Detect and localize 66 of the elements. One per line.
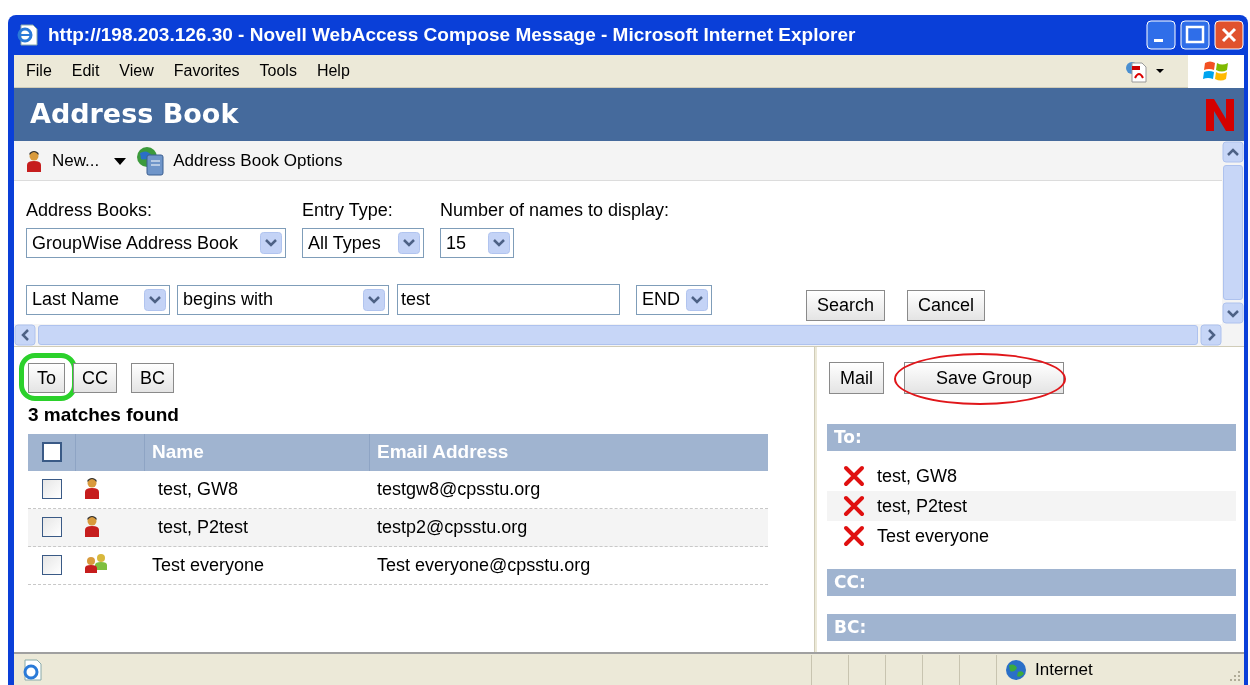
section-label: CC: <box>834 570 866 594</box>
scroll-down-icon <box>1222 302 1244 324</box>
match-count: 3 matches found <box>28 403 180 427</box>
field-label: Address Books: <box>26 199 154 222</box>
menu-item[interactable]: File <box>26 59 52 83</box>
select-field[interactable]: 15 <box>440 228 514 258</box>
table-cell-text: test, GW8 <box>157 477 239 501</box>
field-label: Number of names to display: <box>440 199 670 222</box>
select-field[interactable]: GroupWise Address Book <box>26 228 286 258</box>
menu-item[interactable]: Edit <box>71 59 100 83</box>
scrollbar-thumb[interactable] <box>1223 165 1243 300</box>
menu-item[interactable]: Tools <box>259 59 297 83</box>
maximize-icon[interactable] <box>1180 20 1210 50</box>
search-field[interactable]: test <box>397 284 620 315</box>
table-cell-text: testp2@cpsstu.org <box>376 515 529 539</box>
logo-icon <box>1204 96 1236 133</box>
action-button[interactable]: Mail <box>829 362 884 394</box>
checkbox[interactable] <box>42 479 62 499</box>
select-field[interactable]: All Types <box>302 228 424 258</box>
person-icon <box>84 514 100 537</box>
page-title: Address Book <box>30 97 239 132</box>
group-icon <box>84 552 108 573</box>
recipient-button[interactable]: CC <box>73 363 117 393</box>
section-label: BC: <box>834 615 867 639</box>
button[interactable]: Cancel <box>907 290 986 321</box>
select-field[interactable]: begins with <box>177 284 389 315</box>
scrollbar-thumb[interactable] <box>38 325 1198 345</box>
close-icon[interactable] <box>1214 20 1244 50</box>
table-cell-text: testgw8@cpsstu.org <box>376 477 542 501</box>
recipient-button[interactable]: BC <box>131 363 175 393</box>
scroll-up-icon <box>1222 141 1244 163</box>
select-field[interactable]: Last Name <box>26 284 170 315</box>
remove-icon[interactable] <box>843 525 865 547</box>
select-field[interactable]: END <box>636 284 712 315</box>
table-cell-text: Test everyone@cpsstu.org <box>376 553 592 577</box>
scroll-right-icon <box>1200 324 1222 346</box>
recipient-button[interactable]: To <box>28 363 65 393</box>
recipient-entry: Test everyone <box>877 524 990 548</box>
new-button[interactable]: New... <box>52 147 100 174</box>
zone-label: Internet <box>1035 658 1093 681</box>
menu-item[interactable]: Favorites <box>173 59 240 83</box>
globe-icon <box>1005 658 1027 681</box>
recipient-entry: test, P2test <box>877 494 968 518</box>
action-button[interactable]: Save Group <box>904 362 1064 394</box>
button[interactable]: Search <box>806 290 886 321</box>
address-book-options-button[interactable]: Address Book Options <box>173 147 343 174</box>
remove-icon[interactable] <box>843 495 865 517</box>
recipient-entry: test, GW8 <box>877 464 957 488</box>
checkbox[interactable] <box>41 442 62 462</box>
window-title: http://198.203.126.30 - Novell WebAccess Compose Message - Microsoft Internet Explorer <box>48 22 857 47</box>
checkbox[interactable] <box>42 517 62 537</box>
remove-icon[interactable] <box>843 465 865 487</box>
page-icon <box>16 23 40 47</box>
table-cell-text: Test everyone <box>151 553 266 577</box>
table-cell-text: test, P2test <box>157 515 250 539</box>
person-icon <box>26 149 42 172</box>
menu-item[interactable]: View <box>119 59 154 83</box>
field-label: Entry Type: <box>302 199 394 222</box>
caret-icon <box>113 155 128 166</box>
section-label: To: <box>834 425 862 449</box>
checkbox[interactable] <box>42 555 62 575</box>
scroll-left-icon <box>14 324 36 346</box>
person-icon <box>84 476 100 499</box>
minimize-icon[interactable] <box>1146 20 1176 50</box>
menu-item[interactable]: Help <box>316 59 350 83</box>
resize-grip-icon <box>1228 669 1242 683</box>
